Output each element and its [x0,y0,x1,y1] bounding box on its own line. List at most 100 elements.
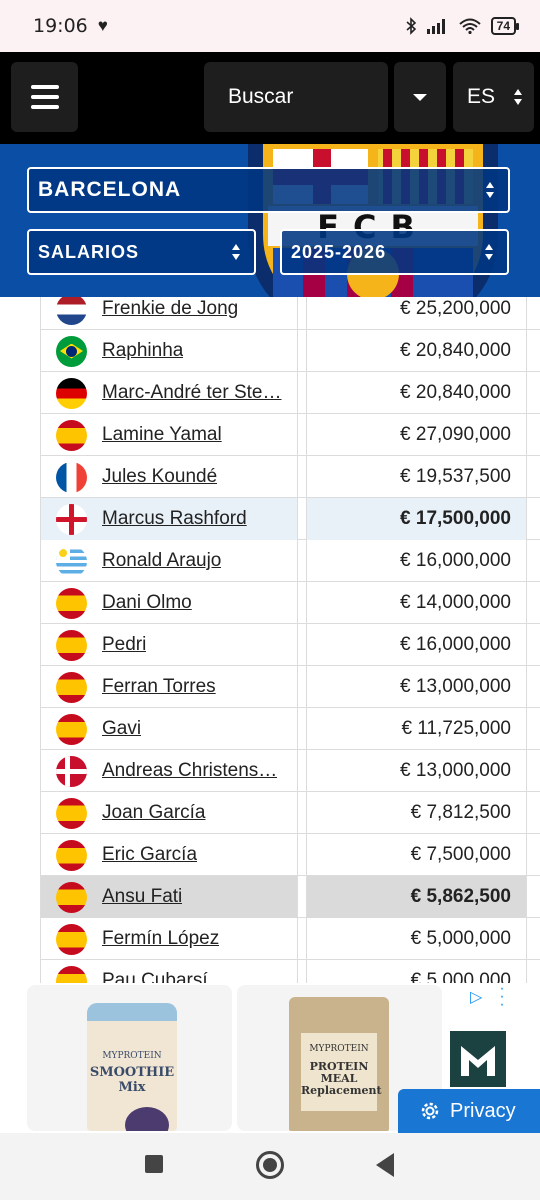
table-row-highlighted: Ansu Fati € 5,862,500 [40,876,540,918]
berries-image [125,1107,169,1131]
table-row: Ronald Araujo € 16,000,000 [40,540,540,582]
player-name-link[interactable]: Frenkie de Jong [102,298,238,320]
spain-flag-icon [56,419,87,451]
uruguay-flag-icon [56,545,87,577]
player-name-link[interactable]: Eric García [102,844,197,866]
salary-cell: € 5,862,500 [306,876,527,918]
salary-cell: € 7,812,500 [306,792,527,834]
player-name-link[interactable]: Ferran Torres [102,676,216,698]
ad-product-brand: MYPROTEIN [102,1051,162,1061]
salary-cell: € 11,725,000 [306,708,527,750]
player-name-link[interactable]: Ronald Araujo [102,550,221,572]
salary-cell: € 20,840,000 [306,372,527,414]
table-row: Raphinha € 20,840,000 [40,330,540,372]
player-cell: Pau Cubarsí [40,960,298,983]
wifi-icon [458,18,481,34]
player-name-link[interactable]: Ansu Fati [102,886,182,908]
player-cell: Marcus Rashford [40,498,298,540]
privacy-label: Privacy [450,1099,516,1122]
ad-product-brand: MYPROTEIN [309,1044,369,1054]
player-cell: Andreas Christens… [40,750,298,792]
player-name-link[interactable]: Marc-André ter Ste… [102,382,282,404]
search-dropdown-button[interactable] [394,62,446,132]
brand-logo[interactable] [450,1031,506,1087]
player-name-link[interactable]: Fermín López [102,928,219,950]
home-button[interactable] [256,1151,284,1179]
player-cell: Jules Koundé [40,456,298,498]
ad-product-name: PROTEIN MEAL Replacement [301,1060,382,1097]
player-name-link[interactable]: Lamine Yamal [102,424,222,446]
player-name-link[interactable]: Dani Olmo [102,592,192,614]
table-row: Gavi € 11,725,000 [40,708,540,750]
netherlands-flag-icon [56,297,87,325]
ad-choices-icon[interactable]: ▷ [470,987,482,1007]
salary-cell: € 5,000,000 [306,960,527,983]
privacy-button[interactable]: Privacy [398,1089,540,1133]
search-button[interactable]: Buscar [204,62,388,132]
table-row: Fermín López € 5,000,000 [40,918,540,960]
club-header: FCB BARCELONA SALARIOS 2025-2026 [0,144,540,297]
player-cell: Gavi [40,708,298,750]
system-nav-bar [0,1133,540,1200]
season-select[interactable]: 2025-2026 [280,229,509,275]
select-arrows-icon [232,244,242,260]
spain-flag-icon [56,965,87,983]
player-cell: Ansu Fati [40,876,298,918]
spain-flag-icon [56,923,87,955]
gear-icon [421,1102,439,1120]
spain-flag-icon [56,881,87,913]
player-cell: Pedri [40,624,298,666]
table-row: Ferran Torres € 13,000,000 [40,666,540,708]
status-icons: 74 [405,17,520,35]
player-name-link[interactable]: Jules Koundé [102,466,217,488]
spain-flag-icon [56,797,87,829]
player-name-link[interactable]: Gavi [102,718,141,740]
salary-cell: € 14,000,000 [306,582,527,624]
menu-button[interactable] [11,62,78,132]
more-options-icon[interactable]: · · · [498,981,506,1013]
table-row: Marc-André ter Ste… € 20,840,000 [40,372,540,414]
spain-flag-icon [56,587,87,619]
salary-cell: € 13,000,000 [306,750,527,792]
ad-product-card[interactable]: MYPROTEIN SMOOTHIE Mix [27,985,232,1131]
table-row: Pedri € 16,000,000 [40,624,540,666]
player-cell: Marc-André ter Ste… [40,372,298,414]
player-cell: Joan García [40,792,298,834]
player-name-link[interactable]: Pau Cubarsí [102,970,208,983]
ad-product-name: SMOOTHIE Mix [89,1065,175,1095]
language-select[interactable]: ES [453,62,534,132]
player-cell: Lamine Yamal [40,414,298,456]
england-flag-icon [56,503,87,535]
table-row: Jules Koundé € 19,537,500 [40,456,540,498]
back-button[interactable] [376,1153,394,1177]
salary-cell: € 17,500,000 [306,498,527,540]
player-name-link[interactable]: Pedri [102,634,146,656]
data-type-label: SALARIOS [38,241,140,262]
france-flag-icon [56,461,87,493]
player-name-link[interactable]: Raphinha [102,340,183,362]
player-name-link[interactable]: Marcus Rashford [102,508,247,530]
recent-apps-button[interactable] [145,1155,163,1173]
player-cell: Eric García [40,834,298,876]
select-arrows-icon [514,89,524,105]
data-type-select[interactable]: SALARIOS [27,229,256,275]
salary-cell: € 25,200,000 [306,297,527,330]
player-name-link[interactable]: Joan García [102,802,206,824]
player-name-link[interactable]: Andreas Christens… [102,760,277,782]
club-select-label: BARCELONA [38,178,182,201]
battery-indicator: 74 [490,17,520,35]
table-row: Frenkie de Jong € 25,200,000 [40,297,540,330]
player-cell: Ferran Torres [40,666,298,708]
spain-flag-icon [56,713,87,745]
player-cell: Dani Olmo [40,582,298,624]
table-row: Andreas Christens… € 13,000,000 [40,750,540,792]
menu-icon-line [30,95,59,99]
salary-cell: € 13,000,000 [306,666,527,708]
search-label: Buscar [228,85,294,108]
brazil-flag-icon [56,335,87,367]
player-cell: Ronald Araujo [40,540,298,582]
spain-flag-icon [56,839,87,871]
heart-icon: ♥ [97,16,108,35]
club-select[interactable]: BARCELONA [27,167,510,213]
table-row-highlighted: Marcus Rashford € 17,500,000 [40,498,540,540]
